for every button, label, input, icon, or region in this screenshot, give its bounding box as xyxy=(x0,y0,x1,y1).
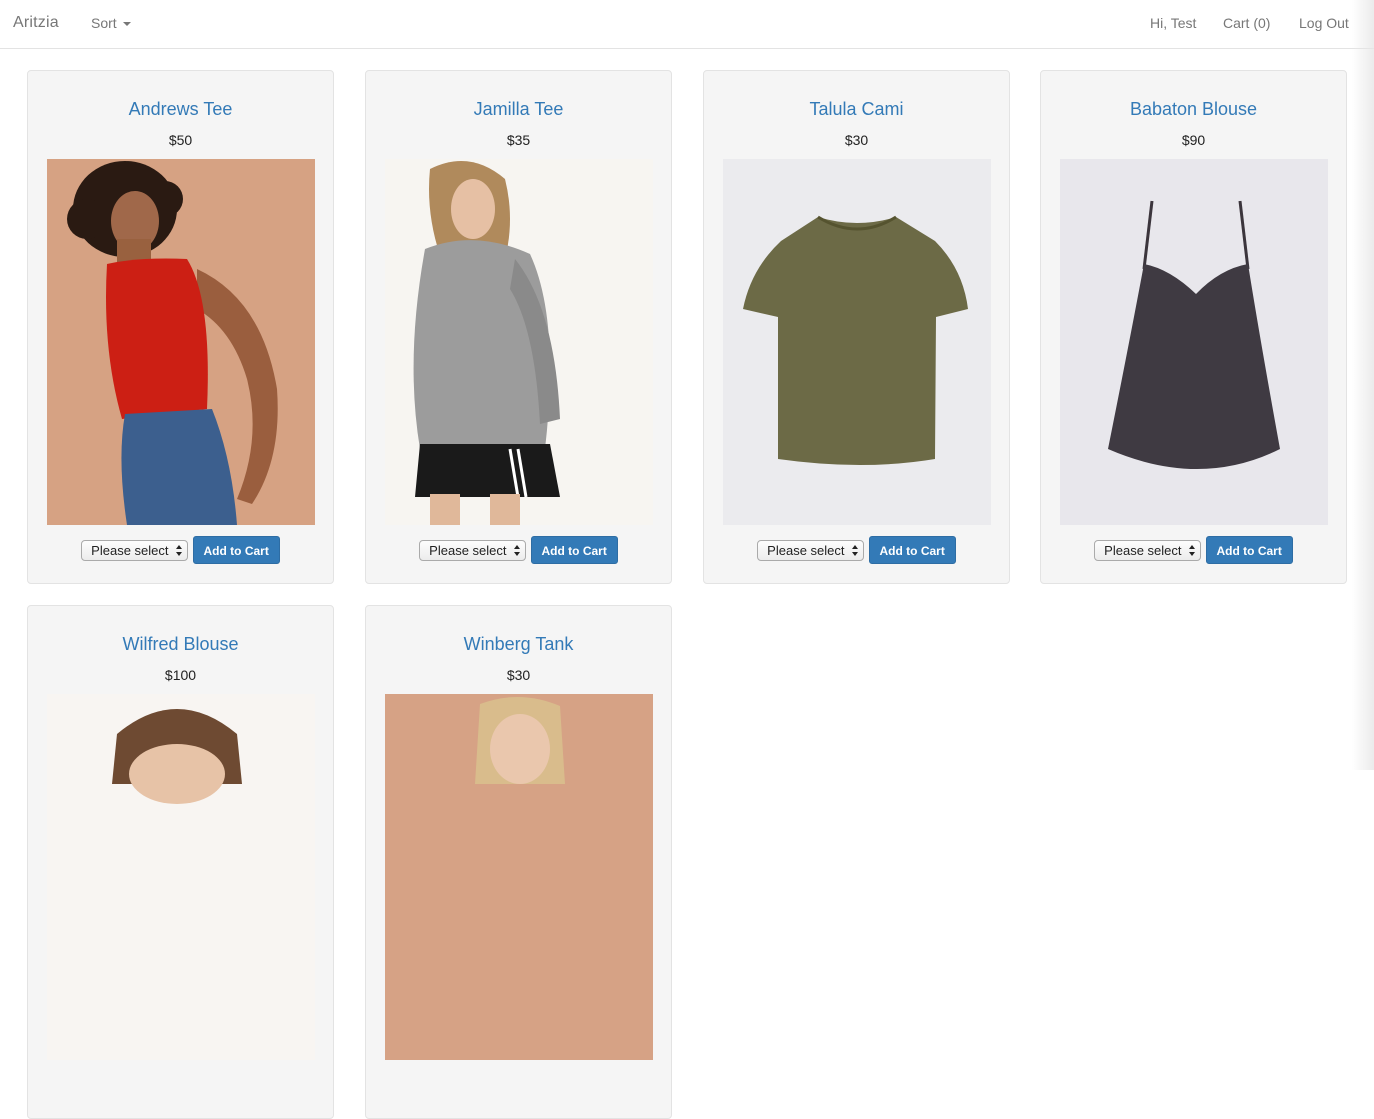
product-controls: Please select Add to Cart xyxy=(28,536,333,564)
size-select[interactable]: Please select xyxy=(1094,539,1201,561)
size-select[interactable]: Please select xyxy=(757,539,864,561)
product-card: Wilfred Blouse $100 xyxy=(27,605,334,1119)
product-image xyxy=(385,159,653,525)
product-image xyxy=(385,694,653,1060)
product-price: $30 xyxy=(844,132,869,148)
navbar: Aritzia Sort Hi, Test Cart (0) Log Out xyxy=(0,0,1374,49)
product-title[interactable]: Babaton Blouse xyxy=(1041,99,1346,120)
size-select-label: Please select xyxy=(767,542,845,558)
sort-dropdown[interactable]: Sort xyxy=(91,15,131,31)
product-image xyxy=(47,159,315,525)
product-card: Andrews Tee $50 Please select Add to Cart xyxy=(27,70,334,584)
product-card: Babaton Blouse $90 Please select Add to C… xyxy=(1040,70,1347,584)
product-title[interactable]: Wilfred Blouse xyxy=(28,634,333,655)
size-select-label: Please select xyxy=(1104,542,1182,558)
sort-label: Sort xyxy=(91,15,117,31)
caret-down-icon xyxy=(122,22,131,27)
product-image xyxy=(723,159,991,525)
product-title[interactable]: Talula Cami xyxy=(704,99,1009,120)
select-arrows-icon xyxy=(513,544,520,557)
product-image xyxy=(47,694,315,1060)
product-card: Jamilla Tee $35 Please select Add to Cart xyxy=(365,70,672,584)
size-select[interactable]: Please select xyxy=(419,539,526,561)
scroll-edge-shadow xyxy=(1352,0,1374,770)
size-select-label: Please select xyxy=(91,542,169,558)
add-to-cart-button[interactable]: Add to Cart xyxy=(192,536,280,564)
size-select[interactable]: Please select xyxy=(81,539,188,561)
cart-link[interactable]: Cart (0) xyxy=(1223,15,1270,31)
product-controls: Please select Add to Cart xyxy=(366,536,671,564)
brand-link[interactable]: Aritzia xyxy=(13,14,59,32)
product-price: $30 xyxy=(506,667,531,683)
product-title[interactable]: Jamilla Tee xyxy=(366,99,671,120)
size-select-label: Please select xyxy=(429,542,507,558)
add-to-cart-button[interactable]: Add to Cart xyxy=(530,536,618,564)
product-controls: Please select Add to Cart xyxy=(1041,536,1346,564)
product-title[interactable]: Andrews Tee xyxy=(28,99,333,120)
product-price: $35 xyxy=(506,132,531,148)
user-greeting[interactable]: Hi, Test xyxy=(1150,15,1196,31)
product-card: Winberg Tank $30 xyxy=(365,605,672,1119)
product-price: $50 xyxy=(168,132,193,148)
product-price: $100 xyxy=(164,667,197,683)
logout-link[interactable]: Log Out xyxy=(1299,15,1349,31)
product-price: $90 xyxy=(1181,132,1206,148)
product-card: Talula Cami $30 Please select Add to Cart xyxy=(703,70,1010,584)
select-arrows-icon xyxy=(1188,544,1195,557)
add-to-cart-button[interactable]: Add to Cart xyxy=(868,536,956,564)
select-arrows-icon xyxy=(175,544,182,557)
select-arrows-icon xyxy=(851,544,858,557)
product-image xyxy=(1060,159,1328,525)
product-controls: Please select Add to Cart xyxy=(704,536,1009,564)
add-to-cart-button[interactable]: Add to Cart xyxy=(1205,536,1293,564)
product-title[interactable]: Winberg Tank xyxy=(366,634,671,655)
